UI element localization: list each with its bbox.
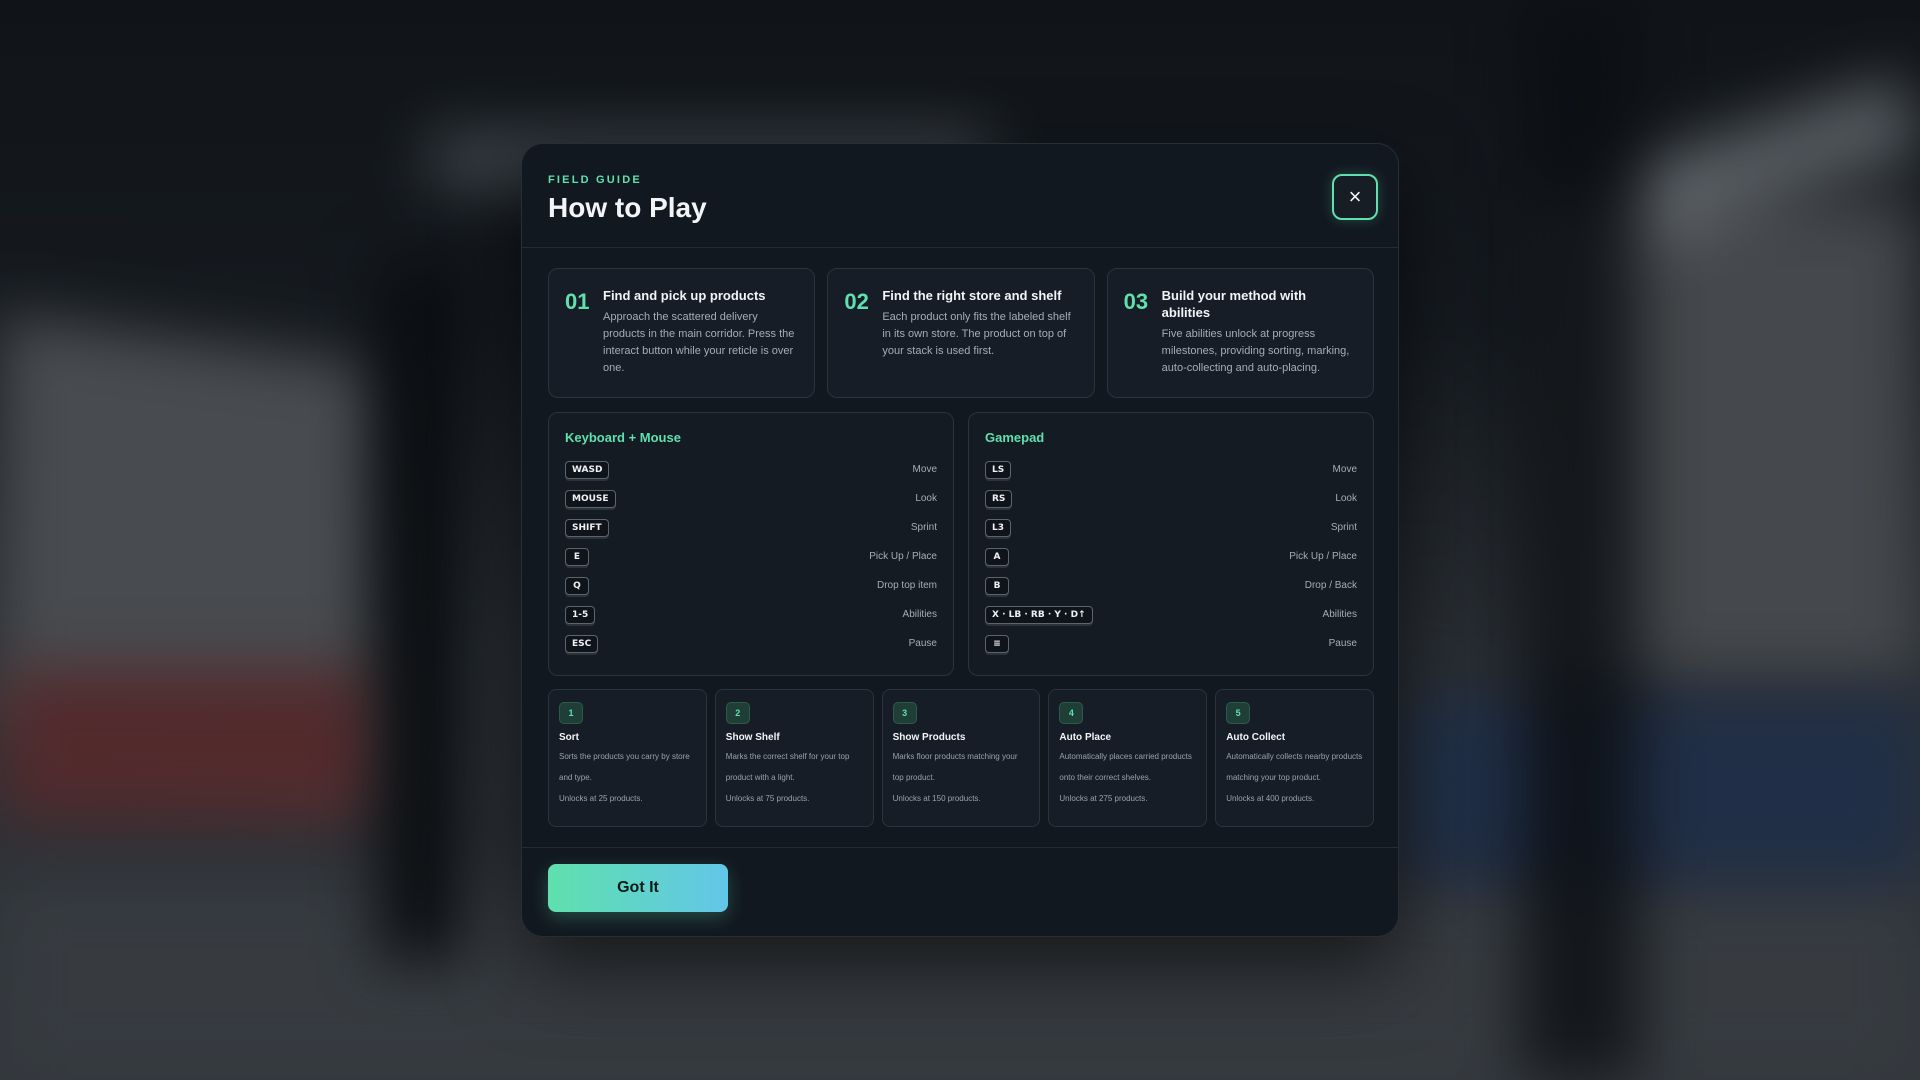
step-card: 03 Build your method with abilities Five… [1106,268,1374,398]
modal-footer: Got It [522,847,1398,936]
button-cap: RS [985,489,1013,508]
control-action: Sprint [910,522,937,533]
step-title: Find the right store and shelf [882,288,1062,303]
control-row: RS Look [985,484,1357,513]
step-description: Approach the scattered delivery products… [603,311,795,374]
control-row: E Pick Up / Place [565,542,937,571]
ability-number-badge: 2 [725,702,750,724]
control-action: Look [915,493,937,504]
ability-unlock: Unlocks at 275 products. [1059,794,1148,803]
control-row: MOUSE Look [565,484,937,513]
key-cap: MOUSE [565,489,616,508]
step-number: 01 [565,289,590,314]
ability-description: Automatically places carried products on… [1059,752,1192,782]
ability-title: Show Shelf [725,732,780,743]
control-row: 1-5 Abilities [565,600,937,629]
control-action: Abilities [902,609,937,620]
ability-number-badge: 3 [892,702,917,724]
control-action: Drop / Back [1304,580,1357,591]
ability-description: Automatically collects nearby products m… [1226,752,1363,782]
controls-section: Keyboard + Mouse WASD Move MOUSE Look SHIF… [548,412,1374,676]
ability-description: Marks the correct shelf for your top pro… [725,752,850,782]
ability-description: Sorts the products you carry by store an… [559,752,690,782]
control-row: A Pick Up / Place [985,542,1357,571]
control-row: SHIFT Sprint [565,513,937,542]
key-cap: 1-5 [565,605,596,624]
gamepad-panel: Gamepad LS Move RS Look L3 Sprint A Pick Up … [968,412,1374,676]
step-title: Find and pick up products [603,288,766,303]
control-action: Move [1332,464,1357,475]
key-cap: WASD [565,460,610,479]
control-row: ESC Pause [565,629,937,658]
button-cap: B [985,576,1009,595]
ability-unlock: Unlocks at 400 products. [1226,794,1315,803]
close-button[interactable]: × [1332,174,1378,220]
ability-card: 3 Show Products Marks floor products mat… [881,689,1041,827]
control-row: WASD Move [565,455,937,484]
panel-title: Keyboard + Mouse [565,430,681,445]
panel-title: Gamepad [985,430,1045,445]
step-description: Each product only fits the labeled shelf… [882,311,1071,357]
control-action: Pick Up / Place [1289,551,1357,562]
control-row: LS Move [985,455,1357,484]
step-description: Five abilities unlock at progress milest… [1161,328,1350,374]
button-cap: A [985,547,1009,566]
control-action: Sprint [1330,522,1357,533]
button-cap: X · LB · RB · Y · D↑ [985,605,1093,624]
ability-description: Marks floor products matching your top p… [892,752,1018,782]
ability-number-badge: 1 [559,702,583,724]
step-title: Build your method with abilities [1161,288,1307,320]
ability-title: Auto Collect [1226,732,1286,743]
step-card: 01 Find and pick up products Approach th… [548,268,816,398]
close-icon: × [1348,184,1362,209]
ability-title: Sort [559,732,579,743]
key-cap: E [565,547,589,566]
modal-title: How to Play [548,192,707,223]
how-to-play-modal: FIELD GUIDE How to Play × 01 Find and pi… [521,143,1399,937]
control-action: Pause [908,638,937,649]
ability-title: Show Products [892,732,966,743]
control-action: Pause [1328,638,1357,649]
steps-row: 01 Find and pick up products Approach th… [548,268,1374,398]
abilities-row: 1 Sort Sorts the products you carry by s… [548,689,1374,827]
ability-unlock: Unlocks at 75 products. [725,794,810,803]
menu-icon: ≡ [985,634,1009,653]
control-row: B Drop / Back [985,571,1357,600]
ability-number-badge: 5 [1226,702,1251,724]
key-cap: SHIFT [565,518,609,537]
button-cap: L3 [985,518,1011,537]
control-action: Move [912,464,937,475]
control-action: Look [1335,493,1357,504]
ability-card: 4 Auto Place Automatically places carrie… [1048,689,1208,827]
ability-number-badge: 4 [1059,702,1084,724]
control-row: Q Drop top item [565,571,937,600]
control-row: L3 Sprint [985,513,1357,542]
control-row: ≡ Pause [985,629,1357,658]
key-cap: Q [565,576,589,595]
control-action: Pick Up / Place [869,551,937,562]
modal-eyebrow: FIELD GUIDE [548,174,642,186]
button-cap: LS [985,460,1012,479]
ability-card: 1 Sort Sorts the products you carry by s… [548,689,707,827]
got-it-button[interactable]: Got It [548,864,728,912]
control-action: Drop top item [876,580,937,591]
control-row: X · LB · RB · Y · D↑ Abilities [985,600,1357,629]
step-card: 02 Find the right store and shelf Each p… [827,268,1095,398]
ability-title: Auto Place [1059,732,1112,743]
ability-card: 5 Auto Collect Automatically collects ne… [1215,689,1374,827]
ability-unlock: Unlocks at 150 products. [892,794,981,803]
control-action: Abilities [1322,609,1357,620]
ability-card: 2 Show Shelf Marks the correct shelf for… [714,689,874,827]
step-number: 03 [1123,289,1149,314]
key-cap: ESC [565,634,599,653]
ability-unlock: Unlocks at 25 products. [559,794,643,803]
step-number: 02 [844,289,869,314]
modal-header: FIELD GUIDE How to Play × [522,144,1398,248]
keyboard-mouse-panel: Keyboard + Mouse WASD Move MOUSE Look SHIF… [548,412,954,676]
